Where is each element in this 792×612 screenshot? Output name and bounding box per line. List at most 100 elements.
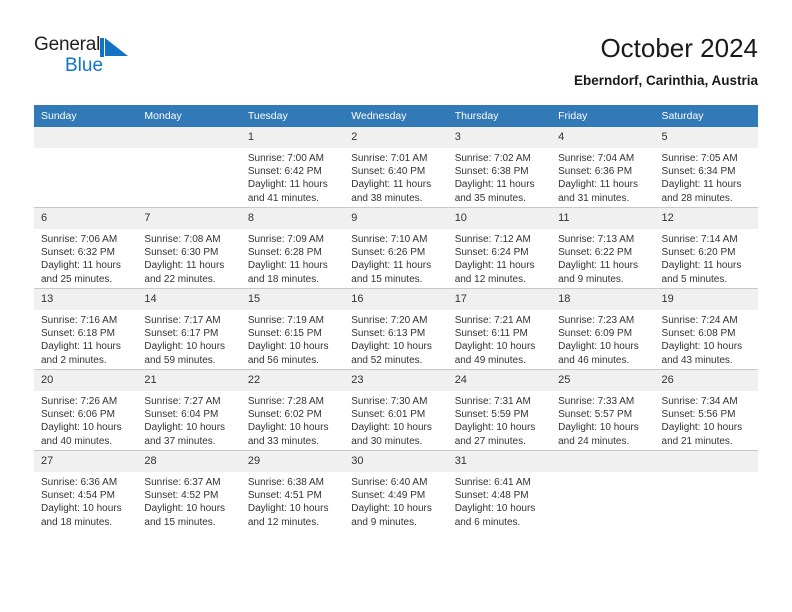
calendar-day-cell[interactable]: 1 Sunrise: 7:00 AM Sunset: 6:42 PM Daylight… bbox=[240, 127, 345, 208]
day-number: 18 bbox=[551, 289, 655, 310]
calendar-day-cell[interactable]: 5 Sunrise: 7:05 AM Sunset: 6:34 PM Daylight… bbox=[654, 127, 758, 208]
calendar-day-cell[interactable]: 2 Sunrise: 7:01 AM Sunset: 6:40 PM Daylight… bbox=[344, 127, 448, 208]
daylight-duration-line1: Daylight: 10 hours bbox=[661, 341, 743, 353]
daylight-duration-line1: Daylight: 10 hours bbox=[144, 341, 226, 353]
calendar-day-cell[interactable]: 25 Sunrise: 7:33 AM Sunset: 5:57 PM Dayligh… bbox=[551, 369, 655, 451]
daylight-duration-line2: and 18 minutes. bbox=[41, 516, 113, 528]
calendar-week-row: 20 Sunrise: 7:26 AM Sunset: 6:06 PM Dayligh… bbox=[34, 369, 758, 451]
sunrise-time: Sunrise: 7:23 AM bbox=[558, 315, 635, 326]
calendar-day-cell[interactable]: 9 Sunrise: 7:10 AM Sunset: 6:26 PM Daylight… bbox=[344, 207, 448, 289]
calendar-day-cell[interactable]: 13 Sunrise: 7:16 AM Sunset: 6:18 PM Dayligh… bbox=[34, 288, 138, 370]
day-info: Sunrise: 7:28 AM Sunset: 6:02 PM Daylight:… bbox=[241, 391, 344, 448]
sunrise-time: Sunrise: 7:13 AM bbox=[558, 234, 635, 245]
calendar-day-cell[interactable]: 15 Sunrise: 7:19 AM Sunset: 6:15 PM Dayligh… bbox=[240, 288, 345, 370]
calendar-day-cell[interactable]: 24 Sunrise: 7:31 AM Sunset: 5:59 PM Dayligh… bbox=[447, 369, 552, 451]
sunrise-time: Sunrise: 7:20 AM bbox=[351, 315, 428, 326]
calendar-day-cell[interactable]: 10 Sunrise: 7:12 AM Sunset: 6:24 PM Dayligh… bbox=[447, 207, 552, 289]
sunset-time: Sunset: 6:11 PM bbox=[454, 328, 528, 340]
day-number: 15 bbox=[240, 289, 345, 310]
daylight-duration-line1: Daylight: 11 hours bbox=[41, 341, 121, 353]
sunset-time: Sunset: 6:42 PM bbox=[247, 166, 322, 178]
brand-logo[interactable]: General Blue bbox=[34, 34, 154, 84]
calendar-day-cell[interactable]: 20 Sunrise: 7:26 AM Sunset: 6:06 PM Dayligh… bbox=[34, 369, 138, 451]
day-info: Sunrise: 7:24 AM Sunset: 6:08 PM Daylight:… bbox=[655, 310, 758, 367]
calendar-day-cell[interactable]: 4 Sunrise: 7:04 AM Sunset: 6:36 PM Daylight… bbox=[551, 127, 655, 208]
daylight-duration-line2: and 18 minutes. bbox=[247, 273, 320, 285]
calendar-header-row: Sunday Monday Tuesday Wednesday Thursday… bbox=[34, 105, 758, 127]
sunrise-time: Sunrise: 7:33 AM bbox=[558, 396, 635, 407]
title-block: October 2024 Eberndorf, Carinthia, Austr… bbox=[574, 32, 758, 89]
calendar-day-cell[interactable]: 30 Sunrise: 6:40 AM Sunset: 4:49 PM Dayligh… bbox=[344, 450, 448, 531]
calendar-day-cell[interactable]: 16 Sunrise: 7:20 AM Sunset: 6:13 PM Dayligh… bbox=[344, 288, 448, 370]
daylight-duration-line1: Daylight: 10 hours bbox=[454, 422, 536, 434]
daylight-duration-line1: Daylight: 10 hours bbox=[454, 503, 536, 515]
sunset-time: Sunset: 6:15 PM bbox=[247, 328, 322, 340]
calendar-day-cell[interactable]: 23 Sunrise: 7:30 AM Sunset: 6:01 PM Dayligh… bbox=[344, 369, 448, 451]
day-info: Sunrise: 6:37 AM Sunset: 4:52 PM Daylight:… bbox=[137, 472, 240, 529]
calendar-day-cell[interactable]: 14 Sunrise: 7:17 AM Sunset: 6:17 PM Dayligh… bbox=[137, 288, 241, 370]
day-info: Sunrise: 7:13 AM Sunset: 6:22 PM Daylight:… bbox=[551, 229, 654, 286]
sunset-time: Sunset: 6:04 PM bbox=[144, 409, 219, 421]
day-number: 19 bbox=[654, 289, 758, 310]
day-number: 2 bbox=[344, 127, 448, 148]
day-number: 14 bbox=[137, 289, 241, 310]
day-number: 12 bbox=[654, 208, 758, 229]
sunset-time: Sunset: 6:17 PM bbox=[144, 328, 219, 340]
day-number: 10 bbox=[447, 208, 552, 229]
day-info: Sunrise: 7:09 AM Sunset: 6:28 PM Daylight:… bbox=[241, 229, 344, 286]
daylight-duration-line2: and 12 minutes. bbox=[454, 273, 526, 285]
calendar-day-cell[interactable]: 17 Sunrise: 7:21 AM Sunset: 6:11 PM Dayligh… bbox=[447, 288, 552, 370]
calendar-week-row: 6 Sunrise: 7:06 AM Sunset: 6:32 PM Daylight… bbox=[34, 207, 758, 289]
daylight-duration-line2: and 56 minutes. bbox=[247, 354, 320, 366]
calendar-day-cell[interactable]: 3 Sunrise: 7:02 AM Sunset: 6:38 PM Daylight… bbox=[447, 127, 552, 208]
calendar-day-cell[interactable]: 19 Sunrise: 7:24 AM Sunset: 6:08 PM Dayligh… bbox=[654, 288, 758, 370]
sunrise-time: Sunrise: 7:19 AM bbox=[247, 315, 324, 326]
day-info: Sunrise: 7:20 AM Sunset: 6:13 PM Daylight:… bbox=[344, 310, 447, 367]
calendar-day-cell[interactable]: 8 Sunrise: 7:09 AM Sunset: 6:28 PM Daylight… bbox=[240, 207, 345, 289]
day-info: Sunrise: 7:19 AM Sunset: 6:15 PM Daylight:… bbox=[241, 310, 344, 367]
day-info: Sunrise: 7:08 AM Sunset: 6:30 PM Daylight:… bbox=[137, 229, 240, 286]
calendar-day-cell[interactable]: 11 Sunrise: 7:13 AM Sunset: 6:22 PM Dayligh… bbox=[551, 207, 655, 289]
day-info: Sunrise: 7:30 AM Sunset: 6:01 PM Daylight:… bbox=[344, 391, 447, 448]
sunrise-time: Sunrise: 7:09 AM bbox=[247, 234, 324, 245]
daylight-duration-line2: and 15 minutes. bbox=[144, 516, 216, 528]
daylight-duration-line2: and 40 minutes. bbox=[41, 435, 113, 447]
sunset-time: Sunset: 5:57 PM bbox=[558, 409, 633, 421]
calendar-day-cell[interactable]: 12 Sunrise: 7:14 AM Sunset: 6:20 PM Dayligh… bbox=[654, 207, 758, 289]
sunset-time: Sunset: 4:52 PM bbox=[144, 490, 219, 502]
sunrise-time: Sunrise: 7:16 AM bbox=[41, 315, 118, 326]
sunset-time: Sunset: 6:24 PM bbox=[454, 247, 529, 259]
calendar-day-cell[interactable]: 29 Sunrise: 6:38 AM Sunset: 4:51 PM Dayligh… bbox=[240, 450, 345, 531]
daylight-duration-line2: and 41 minutes. bbox=[247, 192, 320, 204]
calendar-day-cell[interactable]: 18 Sunrise: 7:23 AM Sunset: 6:09 PM Dayligh… bbox=[551, 288, 655, 370]
calendar-day-cell[interactable]: 21 Sunrise: 7:27 AM Sunset: 6:04 PM Dayligh… bbox=[137, 369, 241, 451]
calendar-day-cell[interactable]: 31 Sunrise: 6:41 AM Sunset: 4:48 PM Dayligh… bbox=[447, 450, 552, 531]
daylight-duration-line2: and 24 minutes. bbox=[558, 435, 630, 447]
sunrise-time: Sunrise: 7:08 AM bbox=[144, 234, 221, 245]
daylight-duration-line1: Daylight: 11 hours bbox=[558, 179, 638, 191]
day-info: Sunrise: 7:04 AM Sunset: 6:36 PM Daylight:… bbox=[551, 148, 654, 205]
calendar-day-cell[interactable]: 6 Sunrise: 7:06 AM Sunset: 6:32 PM Daylight… bbox=[34, 207, 138, 289]
daylight-duration-line2: and 12 minutes. bbox=[247, 516, 320, 528]
day-number: 30 bbox=[344, 451, 448, 472]
calendar-body: 1 Sunrise: 7:00 AM Sunset: 6:42 PM Daylight… bbox=[34, 127, 758, 531]
calendar-week-row: 13 Sunrise: 7:16 AM Sunset: 6:18 PM Dayligh… bbox=[34, 288, 758, 370]
day-number: 28 bbox=[137, 451, 241, 472]
calendar-day-cell[interactable]: 26 Sunrise: 7:34 AM Sunset: 5:56 PM Dayligh… bbox=[654, 369, 758, 451]
sunset-time: Sunset: 6:06 PM bbox=[41, 409, 115, 421]
calendar-day-cell[interactable]: 28 Sunrise: 6:37 AM Sunset: 4:52 PM Dayligh… bbox=[137, 450, 241, 531]
daylight-duration-line1: Daylight: 11 hours bbox=[661, 179, 742, 191]
calendar-table: Sunday Monday Tuesday Wednesday Thursday… bbox=[34, 105, 758, 531]
day-number: 20 bbox=[34, 370, 138, 391]
weekday-header-friday: Friday bbox=[551, 105, 655, 127]
calendar-day-cell[interactable]: 27 Sunrise: 6:36 AM Sunset: 4:54 PM Dayligh… bbox=[34, 450, 138, 531]
day-number: 22 bbox=[240, 370, 345, 391]
calendar-day-cell[interactable]: 22 Sunrise: 7:28 AM Sunset: 6:02 PM Dayligh… bbox=[240, 369, 345, 451]
day-number: 8 bbox=[240, 208, 345, 229]
daylight-duration-line1: Daylight: 11 hours bbox=[454, 260, 535, 272]
calendar-day-cell[interactable]: 7 Sunrise: 7:08 AM Sunset: 6:30 PM Daylight… bbox=[137, 207, 241, 289]
sunset-time: Sunset: 6:34 PM bbox=[661, 166, 736, 178]
daylight-duration-line2: and 27 minutes. bbox=[454, 435, 526, 447]
daylight-duration-line1: Daylight: 10 hours bbox=[558, 341, 639, 353]
sunrise-time: Sunrise: 7:26 AM bbox=[41, 396, 118, 407]
